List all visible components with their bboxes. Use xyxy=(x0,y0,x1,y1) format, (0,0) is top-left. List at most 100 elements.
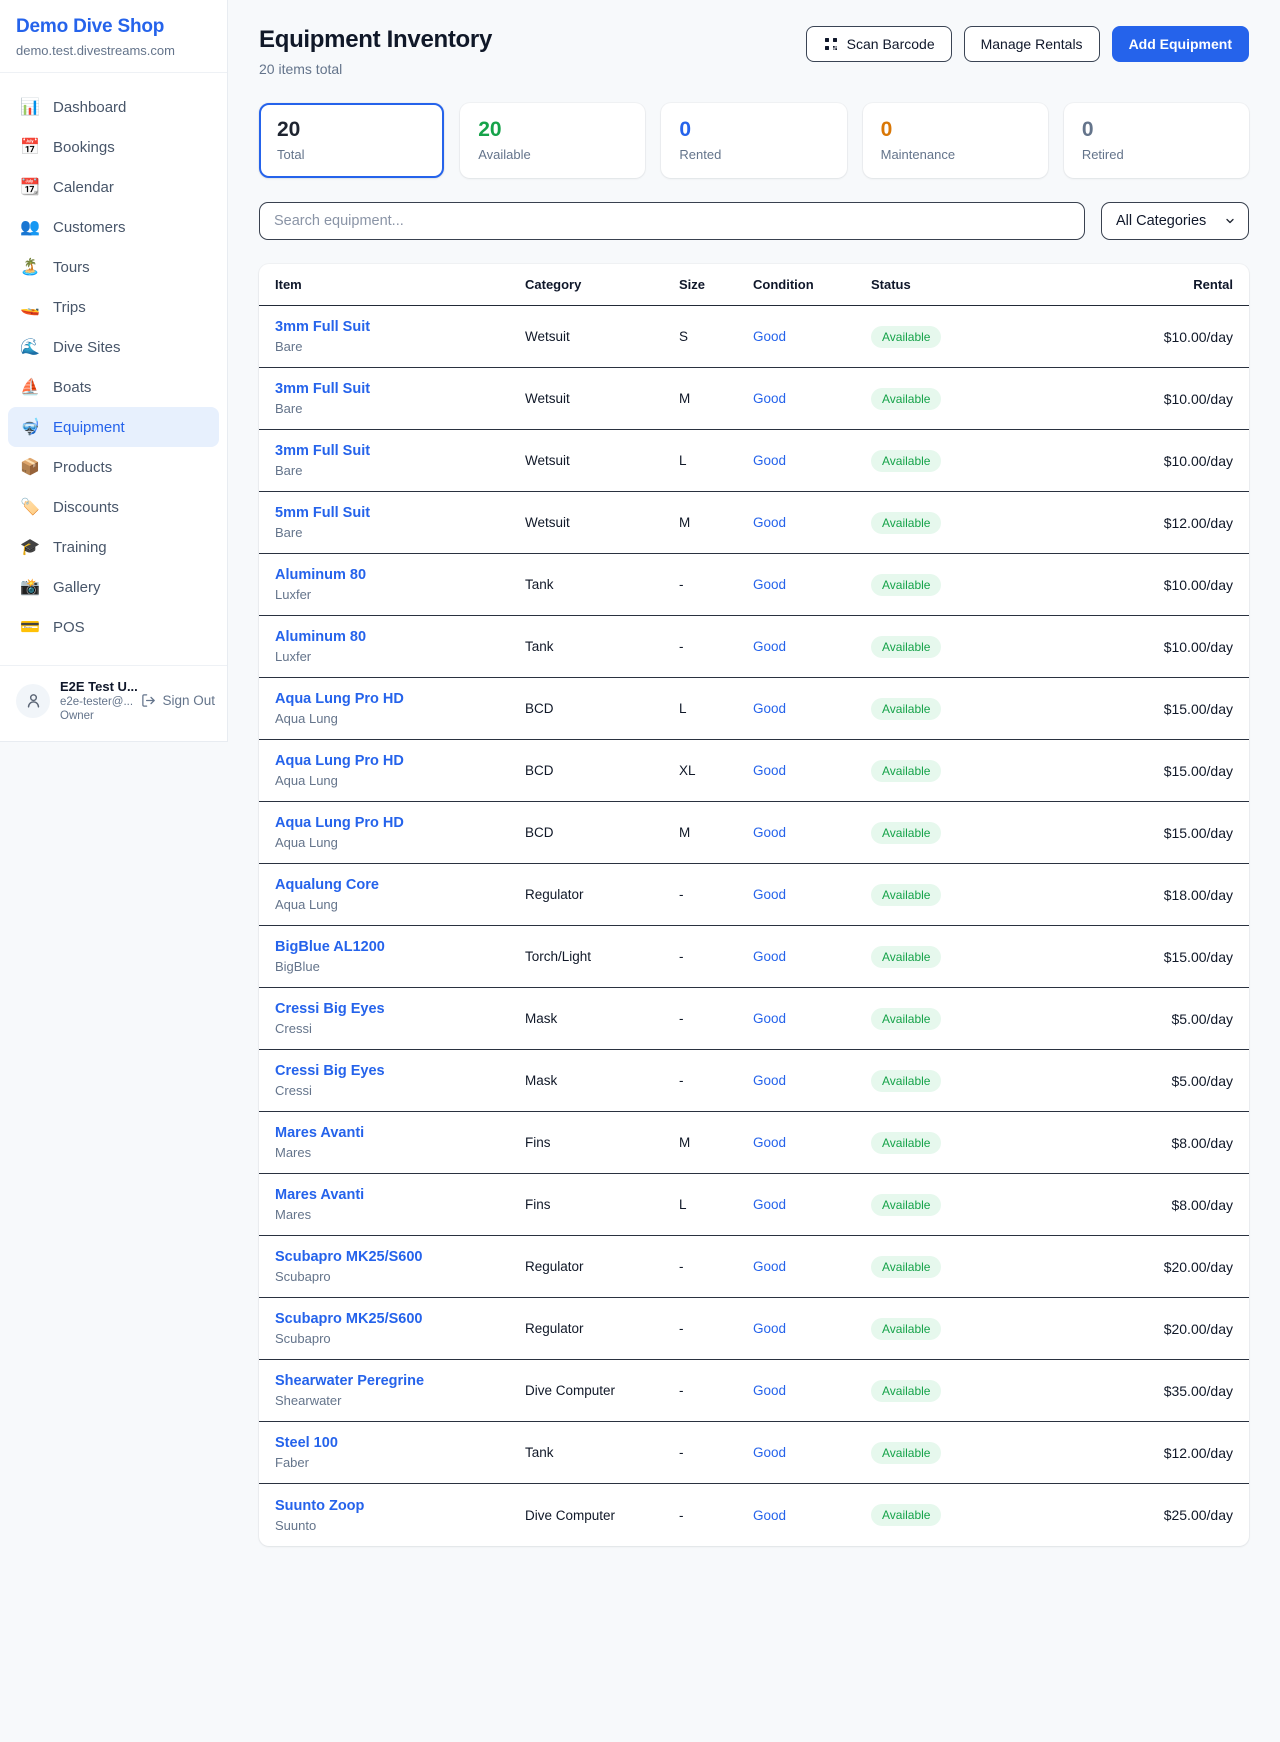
item-condition-link[interactable]: Good xyxy=(753,639,871,654)
item-name-link[interactable]: BigBlue AL1200 xyxy=(275,939,525,955)
add-equipment-button[interactable]: Add Equipment xyxy=(1112,26,1249,62)
item-condition-link[interactable]: Good xyxy=(753,1073,871,1088)
item-name-link[interactable]: Aqua Lung Pro HD xyxy=(275,753,525,769)
item-condition-link[interactable]: Good xyxy=(753,1445,871,1460)
sidebar-item-discounts[interactable]: 🏷️ Discounts xyxy=(8,487,219,527)
item-condition-link[interactable]: Good xyxy=(753,1197,871,1212)
item-rental-rate: $8.00/day xyxy=(1041,1135,1233,1151)
manage-rentals-button[interactable]: Manage Rentals xyxy=(964,26,1100,62)
item-name-link[interactable]: Scubapro MK25/S600 xyxy=(275,1249,525,1265)
sidebar-item-products[interactable]: 📦 Products xyxy=(8,447,219,487)
item-size: L xyxy=(679,453,753,468)
item-condition-link[interactable]: Good xyxy=(753,1383,871,1398)
sidebar-item-calendar[interactable]: 📆 Calendar xyxy=(8,167,219,207)
item-condition-link[interactable]: Good xyxy=(753,701,871,716)
item-category: Tank xyxy=(525,577,679,592)
item-name-link[interactable]: 3mm Full Suit xyxy=(275,443,525,459)
sidebar-item-dashboard[interactable]: 📊 Dashboard xyxy=(8,87,219,127)
item-condition-link[interactable]: Good xyxy=(753,1011,871,1026)
sidebar-item-boats[interactable]: ⛵ Boats xyxy=(8,367,219,407)
sidebar-user-footer: E2E Test U... e2e-tester@... Owner Sign … xyxy=(0,665,227,735)
item-name-link[interactable]: Aluminum 80 xyxy=(275,629,525,645)
stat-card-total[interactable]: 20 Total xyxy=(259,103,444,178)
sidebar-item-bookings[interactable]: 📅 Bookings xyxy=(8,127,219,167)
item-name-link[interactable]: Scubapro MK25/S600 xyxy=(275,1311,525,1327)
item-brand: Luxfer xyxy=(275,587,525,602)
item-name-link[interactable]: 3mm Full Suit xyxy=(275,381,525,397)
item-name-link[interactable]: Aqualung Core xyxy=(275,877,525,893)
item-condition-link[interactable]: Good xyxy=(753,1508,871,1523)
stat-card-available[interactable]: 20 Available xyxy=(460,103,645,178)
item-condition-link[interactable]: Good xyxy=(753,391,871,406)
item-name-link[interactable]: Aluminum 80 xyxy=(275,567,525,583)
sidebar-item-label: Calendar xyxy=(53,179,114,196)
item-brand: Bare xyxy=(275,401,525,416)
sidebar-item-gallery[interactable]: 📸 Gallery xyxy=(8,567,219,607)
item-name-link[interactable]: Cressi Big Eyes xyxy=(275,1063,525,1079)
item-name-link[interactable]: Shearwater Peregrine xyxy=(275,1373,525,1389)
status-badge: Available xyxy=(871,388,941,410)
item-condition-link[interactable]: Good xyxy=(753,887,871,902)
item-size: M xyxy=(679,1135,753,1150)
stat-card-rented[interactable]: 0 Rented xyxy=(661,103,846,178)
sidebar-item-pos[interactable]: 💳 POS xyxy=(8,607,219,647)
item-category: Fins xyxy=(525,1135,679,1150)
column-header-category: Category xyxy=(525,277,679,292)
sidebar-item-label: POS xyxy=(53,619,85,636)
item-condition-link[interactable]: Good xyxy=(753,1259,871,1274)
item-rental-rate: $12.00/day xyxy=(1041,1445,1233,1461)
sidebar-item-trips[interactable]: 🚤 Trips xyxy=(8,287,219,327)
item-category: Wetsuit xyxy=(525,329,679,344)
item-brand: Scubapro xyxy=(275,1269,525,1284)
status-badge: Available xyxy=(871,326,941,348)
item-size: - xyxy=(679,577,753,592)
item-name-link[interactable]: Suunto Zoop xyxy=(275,1498,525,1514)
search-input[interactable] xyxy=(259,202,1085,240)
sidebar-item-label: Products xyxy=(53,459,112,476)
item-condition-link[interactable]: Good xyxy=(753,515,871,530)
table-row: Aqua Lung Pro HD Aqua Lung BCD XL Good A… xyxy=(259,740,1249,802)
sidebar: Demo Dive Shop demo.test.divestreams.com… xyxy=(0,0,228,742)
item-name-link[interactable]: Steel 100 xyxy=(275,1435,525,1451)
training-icon: 🎓 xyxy=(20,539,40,555)
item-name-link[interactable]: 3mm Full Suit xyxy=(275,319,525,335)
status-badge: Available xyxy=(871,1380,941,1402)
item-size: - xyxy=(679,949,753,964)
item-condition-link[interactable]: Good xyxy=(753,825,871,840)
item-name-link[interactable]: Mares Avanti xyxy=(275,1125,525,1141)
sign-out-button[interactable]: Sign Out xyxy=(141,693,215,708)
item-condition-link[interactable]: Good xyxy=(753,949,871,964)
table-row: Cressi Big Eyes Cressi Mask - Good Avail… xyxy=(259,988,1249,1050)
sidebar-item-tours[interactable]: 🏝️ Tours xyxy=(8,247,219,287)
item-brand: Shearwater xyxy=(275,1393,525,1408)
item-name-link[interactable]: Aqua Lung Pro HD xyxy=(275,691,525,707)
sidebar-item-equipment[interactable]: 🤿 Equipment xyxy=(8,407,219,447)
item-condition-link[interactable]: Good xyxy=(753,1135,871,1150)
item-name-link[interactable]: 5mm Full Suit xyxy=(275,505,525,521)
item-condition-link[interactable]: Good xyxy=(753,1321,871,1336)
sidebar-item-customers[interactable]: 👥 Customers xyxy=(8,207,219,247)
status-badge: Available xyxy=(871,1318,941,1340)
stat-card-maintenance[interactable]: 0 Maintenance xyxy=(863,103,1048,178)
products-icon: 📦 xyxy=(20,459,40,475)
table-row: Scubapro MK25/S600 Scubapro Regulator - … xyxy=(259,1298,1249,1360)
category-select[interactable]: All Categories xyxy=(1101,202,1249,240)
item-condition-link[interactable]: Good xyxy=(753,763,871,778)
table-row: Scubapro MK25/S600 Scubapro Regulator - … xyxy=(259,1236,1249,1298)
item-name-link[interactable]: Aqua Lung Pro HD xyxy=(275,815,525,831)
brand-name[interactable]: Demo Dive Shop xyxy=(16,16,211,38)
item-rental-rate: $5.00/day xyxy=(1041,1011,1233,1027)
item-name-link[interactable]: Mares Avanti xyxy=(275,1187,525,1203)
item-category: Wetsuit xyxy=(525,391,679,406)
item-condition-link[interactable]: Good xyxy=(753,577,871,592)
sidebar-item-training[interactable]: 🎓 Training xyxy=(8,527,219,567)
table-row: 3mm Full Suit Bare Wetsuit M Good Availa… xyxy=(259,368,1249,430)
stat-card-retired[interactable]: 0 Retired xyxy=(1064,103,1249,178)
item-condition-link[interactable]: Good xyxy=(753,453,871,468)
item-size: - xyxy=(679,1259,753,1274)
item-size: L xyxy=(679,1197,753,1212)
item-condition-link[interactable]: Good xyxy=(753,329,871,344)
item-name-link[interactable]: Cressi Big Eyes xyxy=(275,1001,525,1017)
sidebar-item-dive-sites[interactable]: 🌊 Dive Sites xyxy=(8,327,219,367)
scan-barcode-button[interactable]: Scan Barcode xyxy=(806,26,952,62)
